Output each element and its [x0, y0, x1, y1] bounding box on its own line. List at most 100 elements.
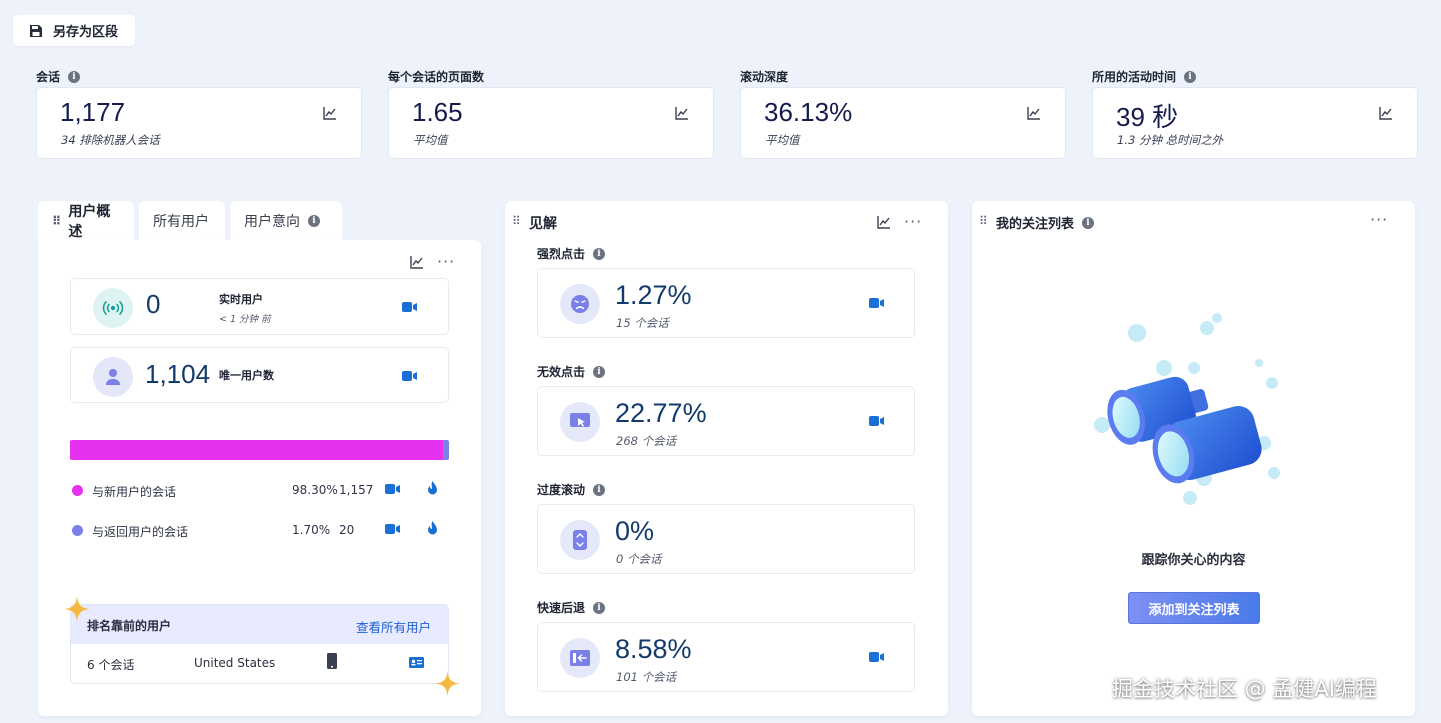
tab-user-overview[interactable]: ⠿ 用户概述 — [38, 201, 134, 241]
trend-chart-icon[interactable] — [323, 106, 337, 120]
kpi-subtext: 1.3 分钟 总时间之外 — [1117, 133, 1224, 147]
save-as-segment-label: 另存为区段 — [53, 25, 119, 40]
kpi-value: 39 秒 — [1116, 102, 1179, 132]
unique-users-value: 1,104 — [145, 359, 211, 389]
trend-chart-icon[interactable] — [675, 106, 689, 120]
tab-user-intent[interactable]: 用户意向 i — [230, 201, 342, 241]
legend-count: 1,157 — [339, 483, 374, 497]
dead-click-icon — [560, 402, 600, 442]
heatmap-flame-icon[interactable] — [427, 481, 438, 495]
insight-label-text: 快速后退 — [537, 601, 586, 615]
add-to-watchlist-button[interactable]: 添加到关注列表 — [1128, 592, 1260, 624]
unique-users-card[interactable]: 1,104 唯一用户数 — [70, 347, 449, 403]
live-users-card[interactable]: 0 实时用户 < 1 分钟 前 — [70, 278, 449, 335]
video-recording-icon[interactable] — [385, 523, 400, 535]
kpi-subtext: 平均值 — [413, 133, 448, 147]
info-icon[interactable]: i — [308, 215, 320, 227]
legend-pct: 1.70% — [292, 523, 331, 537]
drag-handle-icon[interactable]: ⠿ — [512, 214, 521, 228]
tab-all-users[interactable]: 所有用户 — [139, 201, 225, 241]
video-recording-icon[interactable] — [402, 370, 417, 382]
scroll-icon — [560, 520, 600, 560]
insight-label-text: 无效点击 — [537, 365, 586, 379]
info-icon[interactable]: i — [593, 365, 606, 378]
video-recording-icon[interactable] — [402, 301, 417, 313]
id-card-icon[interactable] — [409, 657, 424, 668]
insight-label-excessive-scroll: 过度滚动 i — [537, 481, 606, 498]
drag-handle-icon[interactable]: ⠿ — [52, 214, 61, 228]
user-country: United States — [194, 656, 276, 670]
legend-row-new-users: 与新用户的会话 98.30% 1,157 — [72, 481, 449, 499]
user-split-bar[interactable] — [70, 440, 449, 460]
watchlist-title: 我的关注列表 — [996, 217, 1075, 232]
quick-back-icon — [560, 638, 600, 678]
kpi-label-active-time: 所用的活动时间 i — [1092, 68, 1197, 85]
kpi-value: 36.13% — [764, 97, 853, 127]
live-signal-icon — [93, 288, 133, 328]
drag-handle-icon[interactable]: ⠿ — [979, 214, 988, 228]
insight-card-quick-backs[interactable]: 8.58% 101 个会话 — [537, 622, 915, 692]
mobile-device-icon — [327, 653, 337, 669]
top-users-card: 排名靠前的用户 查看所有用户 6 个会话 United States — [70, 604, 449, 684]
insight-card-rage-clicks[interactable]: 1.27% 15 个会话 — [537, 268, 915, 338]
insight-subtext: 15 个会话 — [616, 316, 669, 330]
new-users-dot — [72, 485, 83, 496]
legend-label: 与返回用户的会话 — [92, 525, 189, 539]
video-recording-icon[interactable] — [869, 415, 884, 427]
trend-chart-icon[interactable] — [1379, 106, 1393, 120]
table-row[interactable]: 6 个会话 United States — [71, 644, 448, 683]
kpi-card-pages[interactable]: 1.65 平均值 — [388, 87, 714, 159]
watchlist-header: 我的关注列表 i — [996, 213, 1095, 232]
returning-users-dot — [72, 525, 83, 536]
insight-subtext: 268 个会话 — [616, 434, 677, 448]
trend-chart-icon[interactable] — [877, 215, 891, 229]
tab-label: 所有用户 — [153, 214, 209, 230]
kpi-card-scroll[interactable]: 36.13% 平均值 — [740, 87, 1066, 159]
save-icon — [30, 24, 42, 37]
top-users-header: 排名靠前的用户 查看所有用户 — [71, 605, 448, 644]
info-icon[interactable]: i — [593, 483, 606, 496]
insight-card-excessive-scroll[interactable]: 0% 0 个会话 — [537, 504, 915, 574]
kpi-card-active-time[interactable]: 39 秒 1.3 分钟 总时间之外 — [1092, 87, 1418, 159]
kpi-label-sessions: 会话 i — [36, 68, 81, 85]
legend-label: 与新用户的会话 — [92, 485, 177, 499]
video-recording-icon[interactable] — [385, 483, 400, 495]
insight-value: 1.27% — [615, 280, 692, 310]
user-sessions: 6 个会话 — [87, 658, 135, 672]
heatmap-flame-icon[interactable] — [427, 521, 438, 535]
watchlist-empty-text: 跟踪你关心的内容 — [1141, 553, 1246, 568]
more-options-icon[interactable]: ··· — [904, 212, 922, 231]
more-options-icon[interactable]: ··· — [437, 252, 455, 271]
user-icon — [93, 357, 133, 397]
kpi-card-sessions[interactable]: 1,177 34 排除机器人会话 — [36, 87, 362, 159]
save-as-segment-button[interactable]: 另存为区段 — [13, 15, 136, 46]
kpi-label-pages: 每个会话的页面数 — [388, 68, 484, 85]
insight-label-rage-clicks: 强烈点击 i — [537, 245, 606, 262]
info-icon[interactable]: i — [1082, 216, 1095, 229]
info-icon[interactable]: i — [1184, 70, 1197, 83]
insight-card-dead-clicks[interactable]: 22.77% 268 个会话 — [537, 386, 915, 456]
view-all-users-link[interactable]: 查看所有用户 — [356, 617, 431, 636]
video-recording-icon[interactable] — [869, 651, 884, 663]
kpi-label-text: 滚动深度 — [740, 70, 789, 84]
trend-chart-icon[interactable] — [410, 255, 424, 269]
returning-users-bar-segment[interactable] — [442, 440, 449, 460]
info-icon[interactable]: i — [68, 70, 81, 83]
kpi-label-scroll: 滚动深度 — [740, 68, 788, 85]
new-users-bar-segment[interactable] — [70, 440, 443, 460]
trend-chart-icon[interactable] — [1027, 106, 1041, 120]
live-users-value: 0 — [146, 289, 161, 319]
video-recording-icon[interactable] — [869, 297, 884, 309]
sparkle-icon — [435, 671, 460, 696]
kpi-subtext: 34 排除机器人会话 — [61, 133, 160, 147]
legend-count: 20 — [339, 523, 355, 537]
kpi-label-text: 所用的活动时间 — [1092, 70, 1177, 84]
insight-label-text: 强烈点击 — [537, 247, 586, 261]
info-icon[interactable]: i — [593, 601, 606, 614]
legend-row-returning-users: 与返回用户的会话 1.70% 20 — [72, 521, 449, 539]
more-options-icon[interactable]: ··· — [1370, 210, 1388, 229]
live-users-sub: < 1 分钟 前 — [219, 314, 271, 325]
kpi-value: 1,177 — [60, 97, 126, 127]
legend-pct: 98.30% — [292, 483, 338, 497]
info-icon[interactable]: i — [593, 247, 606, 260]
